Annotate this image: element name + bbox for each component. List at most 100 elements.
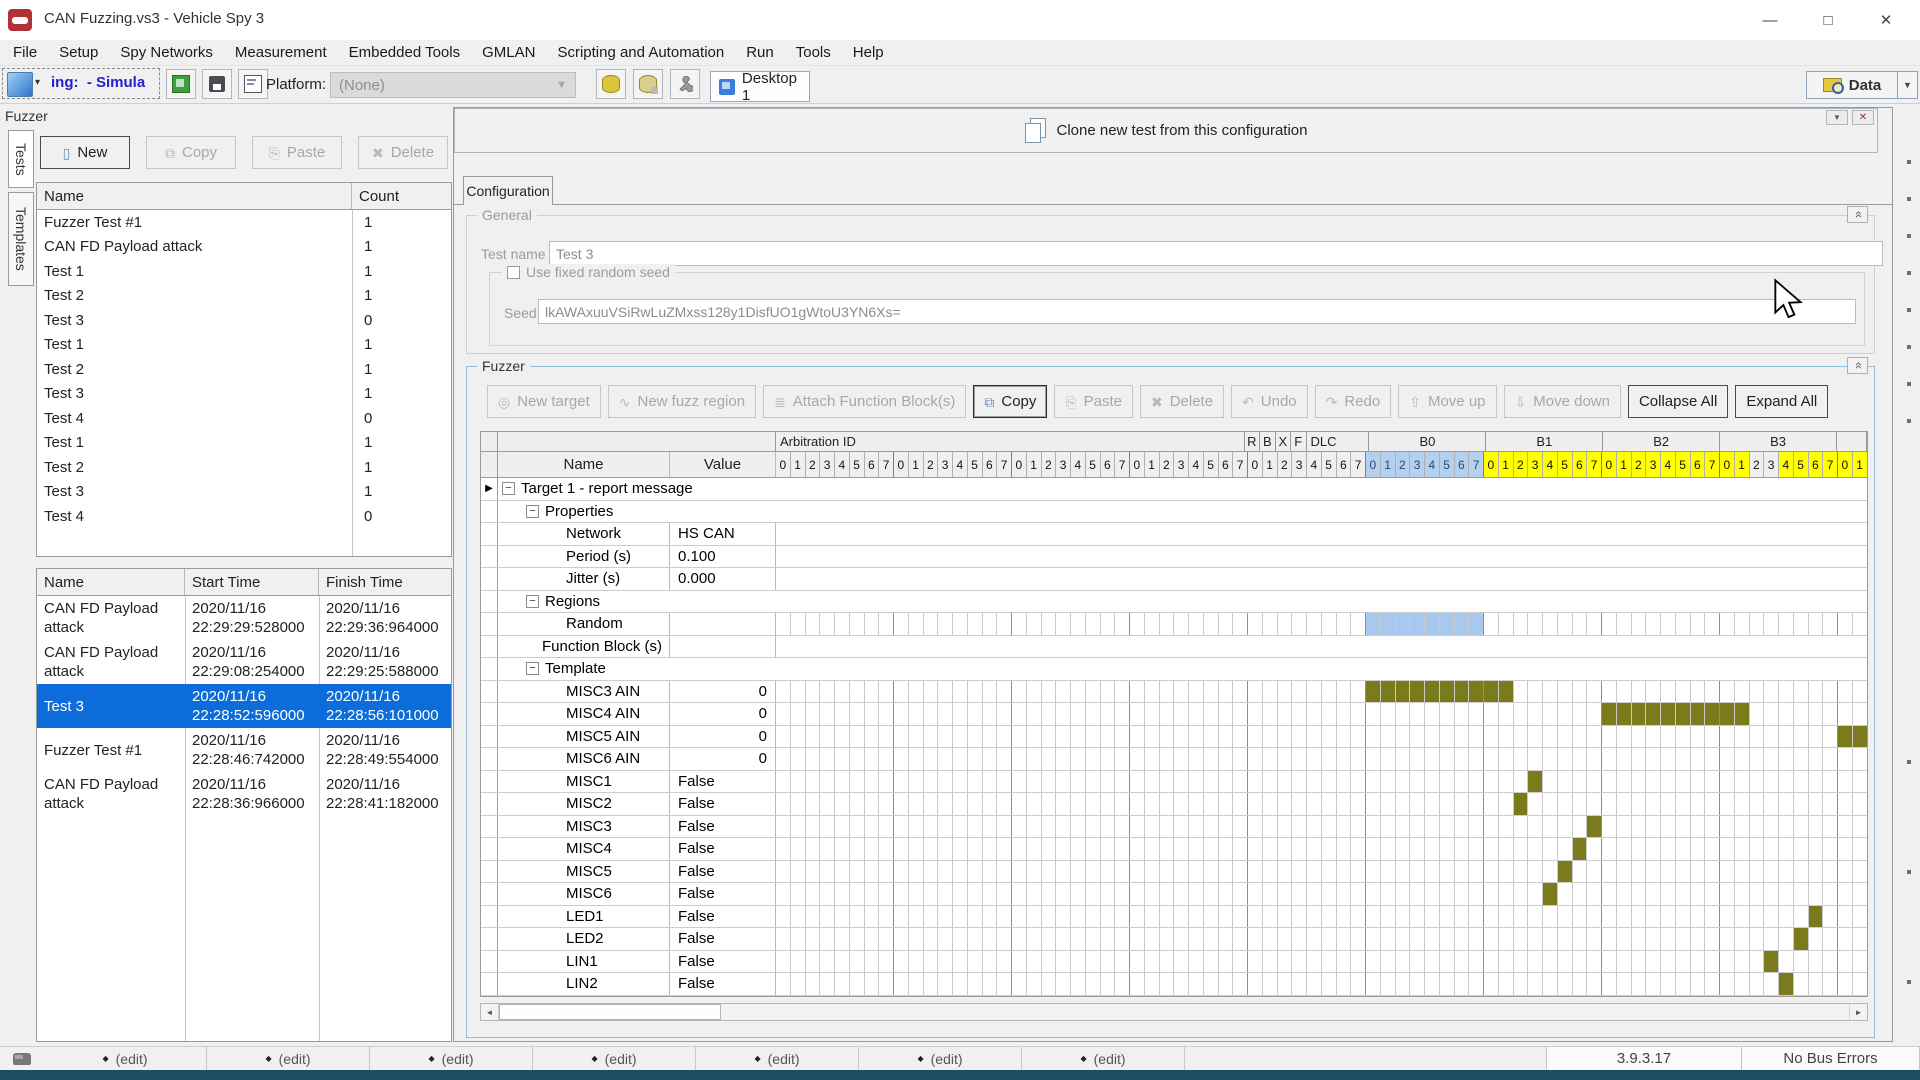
run-list-row[interactable]: CAN FD Payload attack2020/11/1622:28:36:… <box>37 772 451 816</box>
bit-cell[interactable] <box>1263 951 1278 973</box>
bit-header-cell[interactable]: 5 <box>1558 452 1573 477</box>
bit-cell[interactable] <box>1337 613 1352 635</box>
bit-cell[interactable] <box>776 703 791 725</box>
bit-cell[interactable] <box>997 793 1012 815</box>
row-value-cell[interactable]: False <box>670 816 776 838</box>
bit-cell[interactable] <box>1292 951 1307 973</box>
bit-header-cell[interactable]: 6 <box>1455 452 1470 477</box>
row-value-cell[interactable]: 0.000 <box>670 568 776 590</box>
bit-cell[interactable] <box>1204 951 1219 973</box>
grid-row-lin2[interactable]: LIN2False <box>481 973 1867 996</box>
bit-cell[interactable] <box>953 816 968 838</box>
bit-cell[interactable] <box>1233 861 1248 883</box>
bit-cell[interactable] <box>1794 748 1809 770</box>
bit-cell[interactable] <box>1764 861 1779 883</box>
bit-cell[interactable] <box>850 726 865 748</box>
bit-header-cell[interactable]: 6 <box>1101 452 1116 477</box>
bit-cell[interactable] <box>1189 816 1204 838</box>
bit-cell[interactable] <box>1779 771 1794 793</box>
bit-cell[interactable] <box>1204 816 1219 838</box>
bit-cell[interactable] <box>1705 681 1720 703</box>
bit-cell[interactable] <box>1632 726 1647 748</box>
bit-cell[interactable] <box>1337 838 1352 860</box>
bit-cell[interactable] <box>1720 906 1735 928</box>
bit-cell[interactable] <box>1337 748 1352 770</box>
bit-cell[interactable] <box>1750 838 1765 860</box>
bit-cell[interactable] <box>924 613 939 635</box>
bit-cell[interactable] <box>1661 793 1676 815</box>
bit-cell[interactable] <box>1455 928 1470 950</box>
bit-cell[interactable] <box>1086 793 1101 815</box>
bit-cell[interactable] <box>1543 906 1558 928</box>
bit-cell[interactable] <box>1115 973 1130 995</box>
bit-cell[interactable] <box>1101 793 1116 815</box>
bit-cell[interactable] <box>1219 883 1234 905</box>
bit-cell[interactable] <box>938 771 953 793</box>
bit-cell[interactable] <box>1661 748 1676 770</box>
bit-header-cell[interactable]: 2 <box>1632 452 1647 477</box>
bit-cell[interactable] <box>1794 861 1809 883</box>
bit-cell[interactable] <box>1469 883 1484 905</box>
bit-cell[interactable] <box>1307 681 1322 703</box>
bit-cell[interactable] <box>865 816 880 838</box>
bit-cell[interactable] <box>1263 613 1278 635</box>
bit-cell[interactable] <box>1012 816 1027 838</box>
bit-cell[interactable] <box>1632 906 1647 928</box>
bit-cell[interactable] <box>1101 973 1116 995</box>
bit-cell[interactable] <box>1661 861 1676 883</box>
expander-icon[interactable]: − <box>526 595 539 608</box>
bit-cell[interactable] <box>820 951 835 973</box>
bit-header-cell[interactable]: 1 <box>791 452 806 477</box>
bit-cell[interactable] <box>865 771 880 793</box>
bit-cell[interactable] <box>1705 771 1720 793</box>
bit-cell[interactable] <box>1514 703 1529 725</box>
bit-header-cell[interactable]: 4 <box>1189 452 1204 477</box>
bit-cell[interactable] <box>953 771 968 793</box>
bit-cell[interactable] <box>1278 816 1293 838</box>
bit-cell[interactable] <box>1691 883 1706 905</box>
bit-cell[interactable] <box>1632 771 1647 793</box>
bit-cell[interactable] <box>776 816 791 838</box>
bit-cell[interactable] <box>1189 771 1204 793</box>
bit-cell[interactable] <box>1174 748 1189 770</box>
bit-cell[interactable] <box>1794 928 1809 950</box>
bit-cell[interactable] <box>1278 951 1293 973</box>
row-selector-cell[interactable] <box>481 906 498 928</box>
bit-cell[interactable] <box>1101 726 1116 748</box>
bit-cell[interactable] <box>791 748 806 770</box>
bit-cell[interactable] <box>1248 861 1263 883</box>
bit-cell[interactable] <box>1735 951 1750 973</box>
bit-cell[interactable] <box>1366 838 1381 860</box>
column-header-name[interactable]: Name <box>37 183 352 209</box>
bit-cell[interactable] <box>924 928 939 950</box>
bit-cell[interactable] <box>835 793 850 815</box>
row-value-cell[interactable]: False <box>670 838 776 860</box>
bit-cell[interactable] <box>1219 771 1234 793</box>
bit-cell[interactable] <box>1337 973 1352 995</box>
bit-cell[interactable] <box>1499 613 1514 635</box>
bit-cell[interactable] <box>1528 906 1543 928</box>
bit-cell[interactable] <box>879 681 894 703</box>
bit-cell[interactable] <box>1351 838 1366 860</box>
menu-measurement[interactable]: Measurement <box>224 44 338 61</box>
bit-cell[interactable] <box>1779 951 1794 973</box>
bit-cell[interactable] <box>1130 951 1145 973</box>
test-list-row[interactable]: Fuzzer Test #11 <box>37 210 451 235</box>
bit-cell[interactable] <box>1012 973 1027 995</box>
bit-cell[interactable] <box>806 771 821 793</box>
bit-cell[interactable] <box>1573 816 1588 838</box>
hardware-button[interactable] <box>166 69 196 99</box>
bit-cell[interactable] <box>1219 951 1234 973</box>
bit-cell[interactable] <box>1174 928 1189 950</box>
bit-cell[interactable] <box>1632 951 1647 973</box>
bit-cell[interactable] <box>1661 771 1676 793</box>
bit-cell[interactable] <box>1809 681 1824 703</box>
bit-cell[interactable] <box>1455 771 1470 793</box>
bit-cell[interactable] <box>1381 861 1396 883</box>
bit-cell[interactable] <box>1809 748 1824 770</box>
bit-header-cell[interactable]: 0 <box>1720 452 1735 477</box>
bit-header-cell[interactable]: 1 <box>1617 452 1632 477</box>
bit-cell[interactable] <box>1042 703 1057 725</box>
bit-cell[interactable] <box>1440 973 1455 995</box>
bit-cell[interactable] <box>1646 838 1661 860</box>
